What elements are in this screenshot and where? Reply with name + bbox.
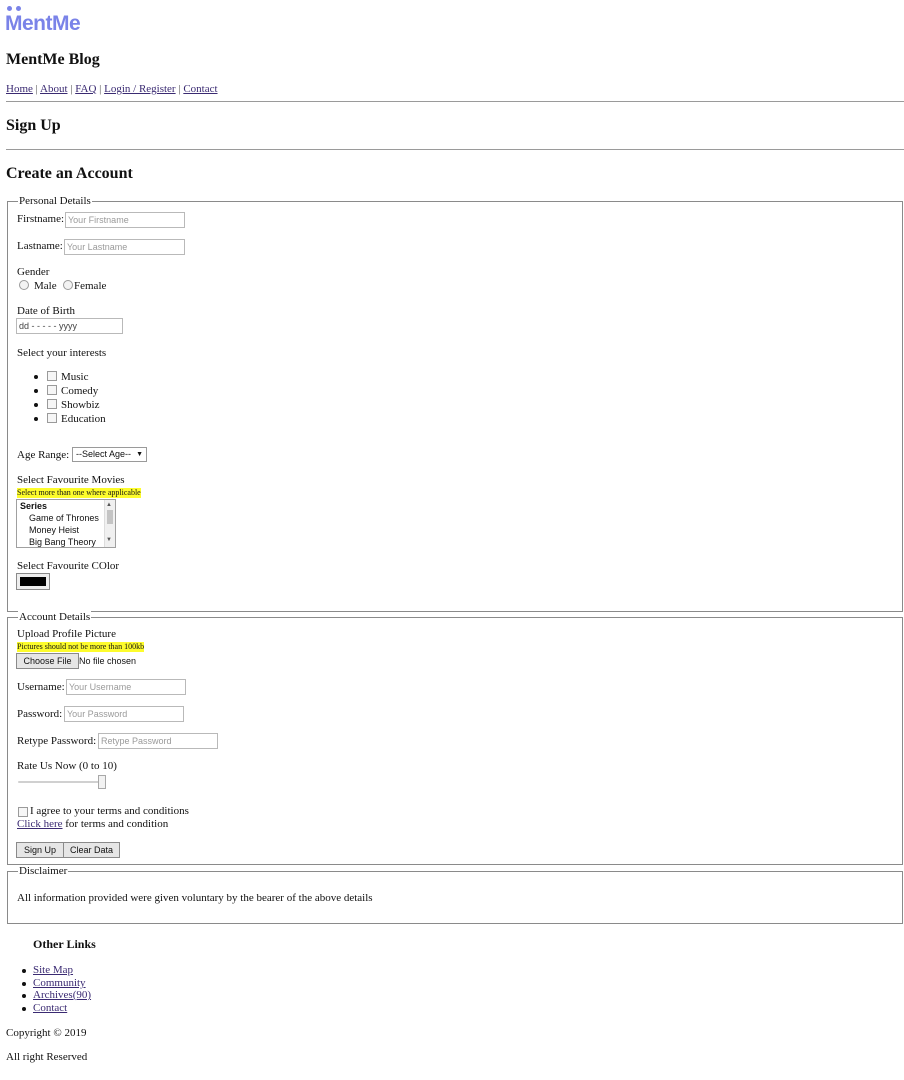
agree-terms-checkbox[interactable]: [18, 807, 28, 817]
age-range-label: Age Range:: [17, 449, 70, 461]
list-bullet: [34, 403, 38, 407]
movies-hint: Select more than one where applicable: [17, 488, 141, 498]
gender-male-radio[interactable]: [19, 280, 29, 290]
divider: [6, 101, 904, 102]
lastname-input[interactable]: Your Lastname: [64, 239, 185, 255]
no-file-label: No file chosen: [79, 656, 137, 666]
logo-text: MentMe: [5, 12, 81, 35]
section-title: Create an Account: [6, 165, 133, 182]
scrollbar-thumb[interactable]: [107, 510, 113, 524]
dob-input[interactable]: dd - - - - - yyyy: [16, 318, 123, 334]
list-bullet: [22, 982, 26, 986]
movie-option[interactable]: Game of Thrones: [29, 513, 99, 523]
interest-education-checkbox[interactable]: [47, 413, 57, 423]
top-nav: Home | About | FAQ | Login / Register | …: [6, 83, 218, 95]
nav-contact-link[interactable]: Contact: [183, 83, 217, 95]
agree-terms-label: I agree to your terms and conditions: [30, 805, 189, 817]
disclaimer-legend: Disclaimer: [18, 865, 69, 877]
password-label: Password:: [17, 708, 63, 720]
account-details-legend: Account Details: [18, 611, 92, 623]
disclaimer-fieldset: Disclaimer All information provided were…: [7, 865, 903, 924]
list-bullet: [34, 389, 38, 393]
color-label: Select Favourite COlor: [17, 560, 120, 572]
disclaimer-text: All information provided were given volu…: [17, 892, 373, 904]
interest-comedy-checkbox[interactable]: [47, 385, 57, 395]
footer-community-link[interactable]: Community: [33, 977, 86, 989]
interest-showbiz-checkbox[interactable]: [47, 399, 57, 409]
footer-contact-link[interactable]: Contact: [33, 1002, 67, 1014]
nav-faq-link[interactable]: FAQ: [75, 83, 96, 95]
gender-male-label: Male: [34, 280, 57, 292]
dob-label: Date of Birth: [17, 305, 76, 317]
interest-music-checkbox[interactable]: [47, 371, 57, 381]
personal-details-fieldset: Personal Details Firstname: Your Firstna…: [7, 195, 903, 612]
clear-data-button[interactable]: Clear Data: [63, 842, 120, 858]
account-details-fieldset: Account Details Upload Profile Picture P…: [7, 611, 903, 865]
terms-link[interactable]: Click here: [17, 818, 63, 830]
movies-scrollbar[interactable]: ▲ ▼: [104, 500, 115, 547]
interest-music-label: Music: [61, 371, 89, 383]
interest-comedy-label: Comedy: [61, 385, 99, 397]
movies-group-label: Series: [20, 501, 48, 511]
movie-option[interactable]: Big Bang Theory: [29, 537, 96, 547]
footer-archives-link[interactable]: Archives(90): [33, 989, 91, 1001]
gender-label: Gender: [17, 266, 50, 278]
retype-password-input[interactable]: Retype Password: [98, 733, 218, 749]
rights-text: All right Reserved: [6, 1051, 88, 1063]
firstname-input[interactable]: Your Firstname: [65, 212, 185, 228]
firstname-label: Firstname:: [17, 213, 65, 225]
nav-separator: |: [70, 83, 73, 95]
list-bullet: [34, 375, 38, 379]
list-bullet: [22, 969, 26, 973]
movies-label: Select Favourite Movies: [17, 474, 125, 486]
nav-home-link[interactable]: Home: [6, 83, 33, 95]
retype-password-label: Retype Password:: [17, 735, 97, 747]
rate-label: Rate Us Now (0 to 10): [17, 760, 117, 772]
choose-file-button[interactable]: Choose File: [16, 653, 79, 669]
lastname-label: Lastname:: [17, 240, 63, 252]
sign-up-button[interactable]: Sign Up: [16, 842, 64, 858]
scroll-up-icon[interactable]: ▲: [106, 502, 112, 508]
blog-title: MentMe Blog: [6, 51, 100, 68]
terms-line: Click here for terms and condition: [17, 818, 168, 830]
upload-label: Upload Profile Picture: [17, 628, 116, 640]
color-picker-fill: [20, 577, 46, 586]
chevron-down-icon: ▼: [136, 451, 143, 458]
list-bullet: [22, 994, 26, 998]
list-bullet: [34, 417, 38, 421]
movies-listbox[interactable]: Series Game of Thrones Money Heist Big B…: [16, 499, 116, 548]
rate-slider-track[interactable]: [18, 781, 106, 783]
password-input[interactable]: Your Password: [64, 706, 184, 722]
page-title: Sign Up: [6, 117, 61, 134]
copyright-text: Copyright © 2019: [6, 1027, 87, 1039]
upload-hint: Pictures should not be more than 100kb: [17, 642, 145, 652]
gender-female-radio[interactable]: [63, 280, 73, 290]
list-bullet: [22, 1007, 26, 1011]
age-range-value: --Select Age--: [76, 449, 132, 459]
interests-label: Select your interests: [17, 347, 107, 359]
nav-separator: |: [35, 83, 38, 95]
nav-separator: |: [99, 83, 102, 95]
other-links-title: Other Links: [33, 937, 96, 951]
gender-female-label: Female: [74, 280, 107, 292]
personal-details-legend: Personal Details: [18, 195, 92, 207]
interest-education-label: Education: [61, 413, 106, 425]
scroll-down-icon[interactable]: ▼: [106, 537, 112, 543]
nav-login-register-link[interactable]: Login / Register: [104, 83, 176, 95]
interest-showbiz-label: Showbiz: [61, 399, 100, 411]
username-label: Username:: [17, 681, 65, 693]
age-range-select[interactable]: --Select Age-- ▼: [72, 447, 147, 462]
color-picker[interactable]: [16, 573, 50, 590]
mentme-logo[interactable]: MentMe: [5, 6, 95, 38]
movie-option[interactable]: Money Heist: [29, 525, 79, 535]
footer-sitemap-link[interactable]: Site Map: [33, 964, 73, 976]
nav-separator: |: [178, 83, 181, 95]
divider: [6, 149, 904, 150]
nav-about-link[interactable]: About: [40, 83, 68, 95]
rate-slider-thumb[interactable]: [98, 775, 106, 789]
terms-text: for terms and condition: [62, 818, 169, 830]
username-input[interactable]: Your Username: [66, 679, 186, 695]
